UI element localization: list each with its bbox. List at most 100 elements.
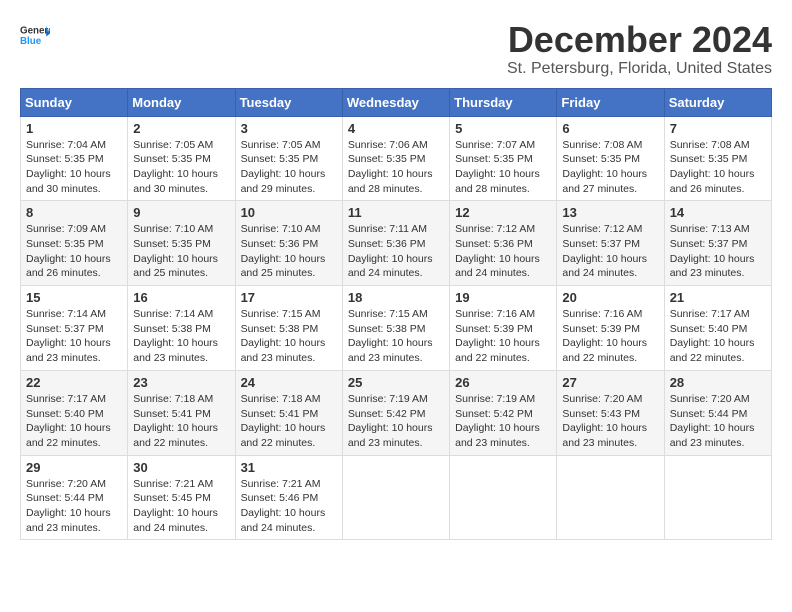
daylight-label: Daylight: 10 hours and 23 minutes. [133, 337, 218, 364]
calendar-cell: 5 Sunrise: 7:07 AM Sunset: 5:35 PM Dayli… [450, 116, 557, 201]
sunrise-label: Sunrise: 7:19 AM [348, 393, 428, 405]
calendar-cell: 1 Sunrise: 7:04 AM Sunset: 5:35 PM Dayli… [21, 116, 128, 201]
calendar-cell: 6 Sunrise: 7:08 AM Sunset: 5:35 PM Dayli… [557, 116, 664, 201]
calendar-cell: 23 Sunrise: 7:18 AM Sunset: 5:41 PM Dayl… [128, 370, 235, 455]
day-number: 27 [562, 375, 658, 390]
day-info: Sunrise: 7:15 AM Sunset: 5:38 PM Dayligh… [241, 307, 337, 366]
sunrise-label: Sunrise: 7:09 AM [26, 223, 106, 235]
sunrise-label: Sunrise: 7:20 AM [670, 393, 750, 405]
daylight-label: Daylight: 10 hours and 23 minutes. [26, 507, 111, 534]
daylight-label: Daylight: 10 hours and 22 minutes. [455, 337, 540, 364]
day-number: 25 [348, 375, 444, 390]
calendar-cell: 10 Sunrise: 7:10 AM Sunset: 5:36 PM Dayl… [235, 201, 342, 286]
sunset-label: Sunset: 5:35 PM [670, 153, 748, 165]
day-number: 5 [455, 121, 551, 136]
day-info: Sunrise: 7:20 AM Sunset: 5:43 PM Dayligh… [562, 392, 658, 451]
sunset-label: Sunset: 5:42 PM [348, 408, 426, 420]
daylight-label: Daylight: 10 hours and 22 minutes. [241, 422, 326, 449]
sunrise-label: Sunrise: 7:12 AM [562, 223, 642, 235]
day-info: Sunrise: 7:06 AM Sunset: 5:35 PM Dayligh… [348, 138, 444, 197]
daylight-label: Daylight: 10 hours and 24 minutes. [133, 507, 218, 534]
calendar-cell: 28 Sunrise: 7:20 AM Sunset: 5:44 PM Dayl… [664, 370, 771, 455]
calendar-cell [664, 455, 771, 540]
calendar-cell: 13 Sunrise: 7:12 AM Sunset: 5:37 PM Dayl… [557, 201, 664, 286]
sunset-label: Sunset: 5:40 PM [670, 323, 748, 335]
calendar-cell: 4 Sunrise: 7:06 AM Sunset: 5:35 PM Dayli… [342, 116, 449, 201]
day-info: Sunrise: 7:08 AM Sunset: 5:35 PM Dayligh… [562, 138, 658, 197]
day-number: 19 [455, 290, 551, 305]
calendar-cell: 15 Sunrise: 7:14 AM Sunset: 5:37 PM Dayl… [21, 286, 128, 371]
title-section: December 2024 St. Petersburg, Florida, U… [507, 20, 772, 78]
day-number: 3 [241, 121, 337, 136]
day-number: 17 [241, 290, 337, 305]
day-info: Sunrise: 7:05 AM Sunset: 5:35 PM Dayligh… [241, 138, 337, 197]
day-number: 12 [455, 205, 551, 220]
weekday-header-sunday: Sunday [21, 88, 128, 116]
day-info: Sunrise: 7:14 AM Sunset: 5:38 PM Dayligh… [133, 307, 229, 366]
day-info: Sunrise: 7:08 AM Sunset: 5:35 PM Dayligh… [670, 138, 766, 197]
sunset-label: Sunset: 5:36 PM [348, 238, 426, 250]
day-number: 6 [562, 121, 658, 136]
sunrise-label: Sunrise: 7:16 AM [562, 308, 642, 320]
calendar-cell [450, 455, 557, 540]
sunrise-label: Sunrise: 7:15 AM [348, 308, 428, 320]
sunset-label: Sunset: 5:40 PM [26, 408, 104, 420]
day-number: 4 [348, 121, 444, 136]
sunrise-label: Sunrise: 7:08 AM [562, 139, 642, 151]
day-info: Sunrise: 7:15 AM Sunset: 5:38 PM Dayligh… [348, 307, 444, 366]
day-number: 13 [562, 205, 658, 220]
daylight-label: Daylight: 10 hours and 23 minutes. [26, 337, 111, 364]
day-info: Sunrise: 7:21 AM Sunset: 5:46 PM Dayligh… [241, 477, 337, 536]
daylight-label: Daylight: 10 hours and 26 minutes. [26, 253, 111, 280]
day-number: 28 [670, 375, 766, 390]
sunset-label: Sunset: 5:36 PM [241, 238, 319, 250]
day-number: 30 [133, 460, 229, 475]
day-number: 8 [26, 205, 122, 220]
daylight-label: Daylight: 10 hours and 22 minutes. [26, 422, 111, 449]
daylight-label: Daylight: 10 hours and 23 minutes. [562, 422, 647, 449]
day-number: 24 [241, 375, 337, 390]
day-info: Sunrise: 7:17 AM Sunset: 5:40 PM Dayligh… [670, 307, 766, 366]
day-number: 1 [26, 121, 122, 136]
daylight-label: Daylight: 10 hours and 23 minutes. [348, 422, 433, 449]
day-info: Sunrise: 7:16 AM Sunset: 5:39 PM Dayligh… [455, 307, 551, 366]
sunset-label: Sunset: 5:35 PM [562, 153, 640, 165]
daylight-label: Daylight: 10 hours and 23 minutes. [670, 422, 755, 449]
calendar-cell: 24 Sunrise: 7:18 AM Sunset: 5:41 PM Dayl… [235, 370, 342, 455]
daylight-label: Daylight: 10 hours and 30 minutes. [133, 168, 218, 195]
calendar-table: SundayMondayTuesdayWednesdayThursdayFrid… [20, 88, 772, 541]
sunset-label: Sunset: 5:37 PM [562, 238, 640, 250]
sunrise-label: Sunrise: 7:06 AM [348, 139, 428, 151]
weekday-header-wednesday: Wednesday [342, 88, 449, 116]
weekday-header-monday: Monday [128, 88, 235, 116]
calendar-cell: 27 Sunrise: 7:20 AM Sunset: 5:43 PM Dayl… [557, 370, 664, 455]
daylight-label: Daylight: 10 hours and 22 minutes. [133, 422, 218, 449]
logo-icon: General Blue [20, 20, 50, 50]
sunrise-label: Sunrise: 7:21 AM [133, 478, 213, 490]
day-info: Sunrise: 7:04 AM Sunset: 5:35 PM Dayligh… [26, 138, 122, 197]
sunrise-label: Sunrise: 7:17 AM [26, 393, 106, 405]
daylight-label: Daylight: 10 hours and 23 minutes. [348, 337, 433, 364]
sunset-label: Sunset: 5:38 PM [241, 323, 319, 335]
calendar-title: December 2024 [507, 20, 772, 60]
calendar-week-row: 8 Sunrise: 7:09 AM Sunset: 5:35 PM Dayli… [21, 201, 772, 286]
daylight-label: Daylight: 10 hours and 28 minutes. [348, 168, 433, 195]
day-info: Sunrise: 7:12 AM Sunset: 5:37 PM Dayligh… [562, 222, 658, 281]
day-number: 31 [241, 460, 337, 475]
sunset-label: Sunset: 5:45 PM [133, 492, 211, 504]
day-number: 21 [670, 290, 766, 305]
day-number: 9 [133, 205, 229, 220]
calendar-cell: 2 Sunrise: 7:05 AM Sunset: 5:35 PM Dayli… [128, 116, 235, 201]
day-info: Sunrise: 7:16 AM Sunset: 5:39 PM Dayligh… [562, 307, 658, 366]
day-number: 14 [670, 205, 766, 220]
day-info: Sunrise: 7:18 AM Sunset: 5:41 PM Dayligh… [241, 392, 337, 451]
calendar-cell: 17 Sunrise: 7:15 AM Sunset: 5:38 PM Dayl… [235, 286, 342, 371]
sunset-label: Sunset: 5:37 PM [670, 238, 748, 250]
calendar-cell: 22 Sunrise: 7:17 AM Sunset: 5:40 PM Dayl… [21, 370, 128, 455]
sunset-label: Sunset: 5:35 PM [241, 153, 319, 165]
day-info: Sunrise: 7:07 AM Sunset: 5:35 PM Dayligh… [455, 138, 551, 197]
daylight-label: Daylight: 10 hours and 25 minutes. [241, 253, 326, 280]
sunrise-label: Sunrise: 7:13 AM [670, 223, 750, 235]
sunset-label: Sunset: 5:39 PM [455, 323, 533, 335]
sunrise-label: Sunrise: 7:08 AM [670, 139, 750, 151]
